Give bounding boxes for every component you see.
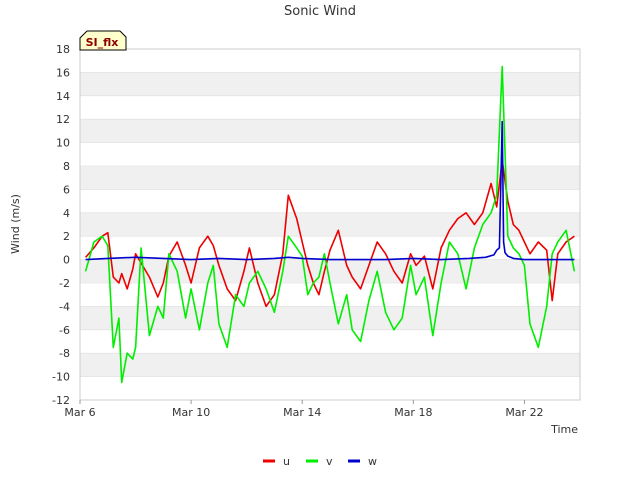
y-tick-label: 14 bbox=[56, 90, 70, 103]
y-tick-label: 8 bbox=[63, 160, 70, 173]
grid-band bbox=[80, 72, 580, 96]
y-tick-label: -6 bbox=[59, 324, 70, 337]
grid-band bbox=[80, 353, 580, 377]
station-badge-label: SI_flx bbox=[86, 36, 119, 49]
y-tick-label: -8 bbox=[59, 347, 70, 360]
y-axis-label: Wind (m/s) bbox=[9, 194, 22, 254]
y-tick-label: -10 bbox=[52, 371, 70, 384]
y-tick-label: -4 bbox=[59, 300, 70, 313]
chart-title: Sonic Wind bbox=[284, 4, 356, 19]
y-tick-label: 12 bbox=[56, 113, 70, 126]
plot-bands bbox=[80, 72, 580, 401]
y-tick-label: -2 bbox=[59, 277, 70, 290]
x-tick-label: Mar 18 bbox=[394, 406, 432, 419]
legend-label-u: u bbox=[283, 455, 290, 468]
y-axis-ticks: -12-10-8-6-4-2024681012141618 bbox=[52, 43, 70, 407]
legend: u v w bbox=[263, 455, 377, 468]
x-axis-label: Time bbox=[550, 423, 578, 436]
y-tick-label: 10 bbox=[56, 137, 70, 150]
x-tick-label: Mar 6 bbox=[64, 406, 95, 419]
x-axis-ticks: Mar 6 Mar 10 Mar 14 Mar 18 Mar 22 bbox=[64, 400, 544, 419]
legend-label-v: v bbox=[326, 455, 333, 468]
y-tick-label: 6 bbox=[63, 183, 70, 196]
y-tick-label: 16 bbox=[56, 66, 70, 79]
legend-label-w: w bbox=[368, 455, 377, 468]
x-tick-label: Mar 22 bbox=[505, 406, 543, 419]
y-tick-label: 18 bbox=[56, 43, 70, 56]
y-tick-label: 0 bbox=[63, 254, 70, 267]
x-tick-label: Mar 10 bbox=[172, 406, 210, 419]
station-badge: SI_flx bbox=[79, 30, 127, 51]
y-tick-label: 2 bbox=[63, 230, 70, 243]
sonic-wind-chart: Sonic Wind SI_flx -12-10-8-6-4-202468101… bbox=[9, 4, 581, 468]
y-tick-label: 4 bbox=[63, 207, 70, 220]
grid-band bbox=[80, 212, 580, 237]
x-tick-label: Mar 14 bbox=[283, 406, 321, 419]
